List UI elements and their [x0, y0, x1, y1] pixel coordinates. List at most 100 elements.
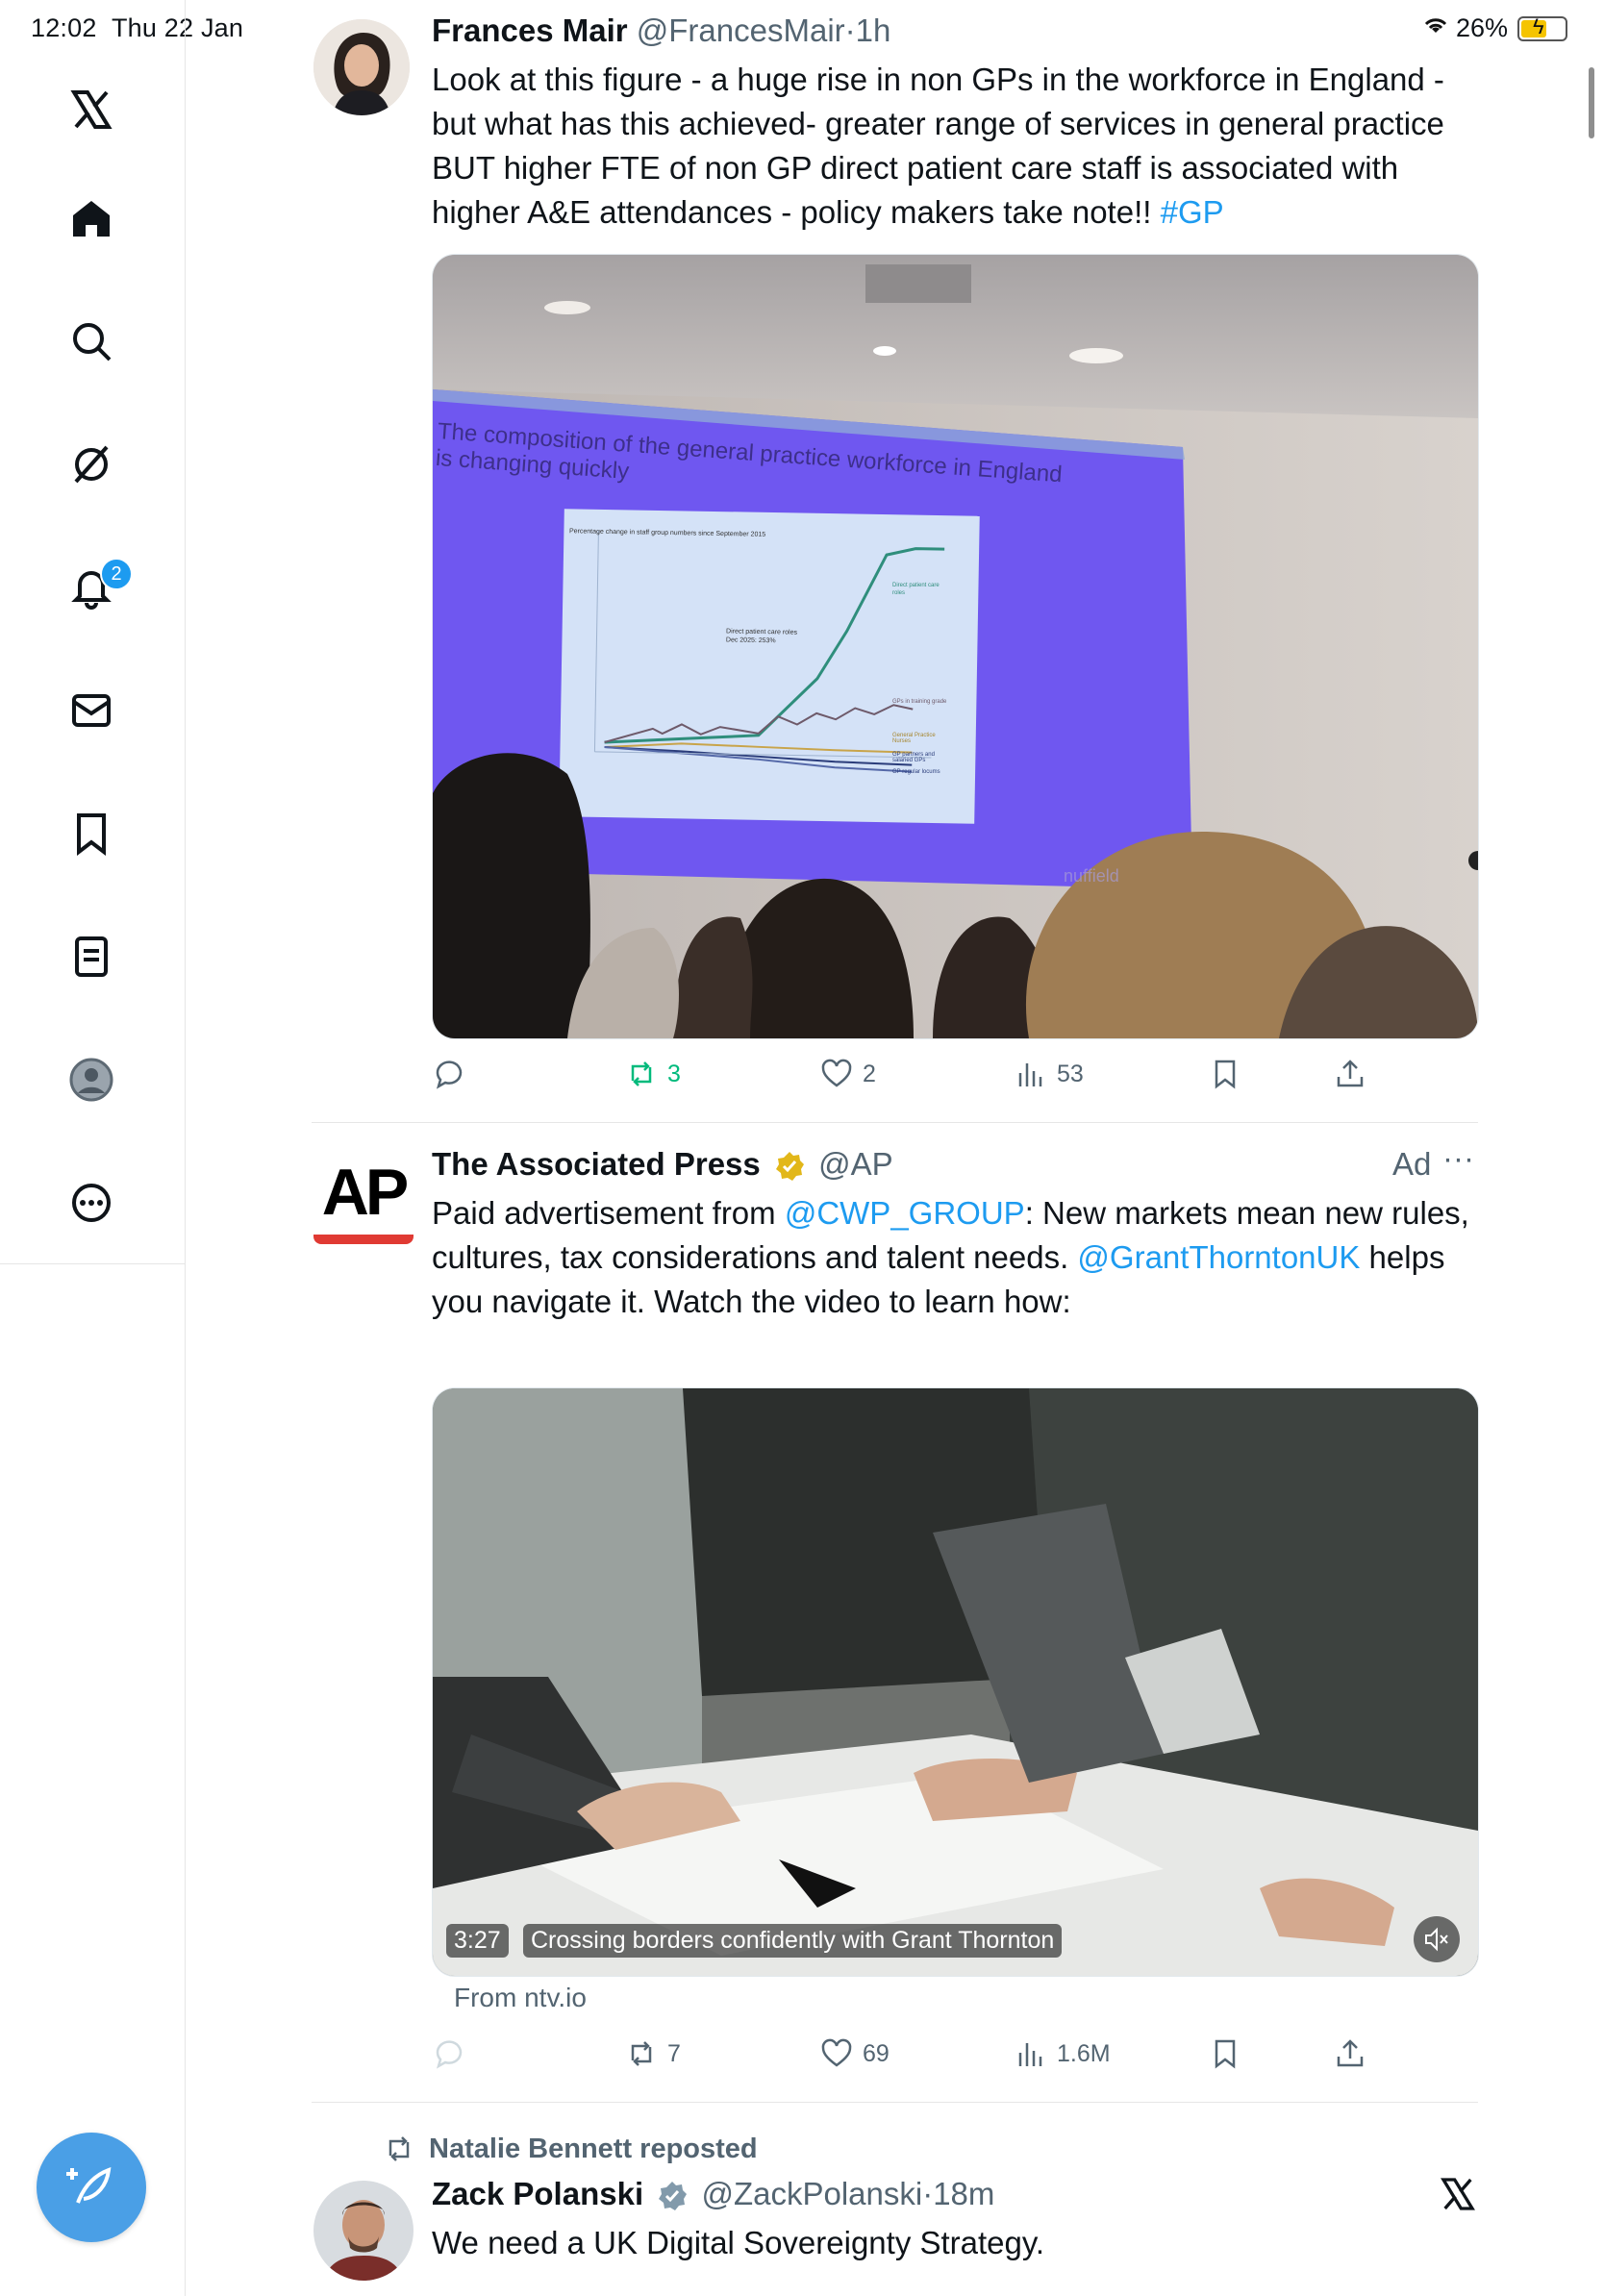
views-icon [1018, 2043, 1042, 2066]
view-count: 1.6M [1057, 2039, 1111, 2067]
more-options-button[interactable]: ··· [1442, 1139, 1474, 1178]
repost-count: 7 [667, 2039, 681, 2067]
repost-count: 3 [667, 1060, 681, 1087]
repost-button[interactable]: 3 [625, 1058, 681, 1090]
tweet-photo[interactable]: The composition of the general practice … [432, 254, 1479, 1039]
slide-series-label-0: Direct patient care roles [892, 583, 940, 596]
scrollbar[interactable] [1589, 67, 1594, 138]
reply-button[interactable] [433, 1058, 475, 1090]
x-brand-icon [1439, 2175, 1477, 2213]
views-button[interactable]: 1.6M [1015, 2037, 1111, 2070]
slide-series-label-2: General Practice Nurses [892, 733, 936, 744]
ap-logo-bar [313, 1235, 414, 1244]
avatar[interactable]: AP [313, 1154, 414, 1254]
author-handle[interactable]: @AP [818, 1146, 893, 1182]
x-logo-icon[interactable] [61, 79, 122, 140]
profile-icon[interactable] [61, 1049, 122, 1111]
tweet-body: Look at this figure - a huge rise in non… [432, 62, 1444, 230]
bookmark-button[interactable] [1209, 1058, 1241, 1090]
tweet-time[interactable]: 1h [856, 12, 891, 48]
grok-icon[interactable] [61, 434, 122, 495]
lists-icon[interactable] [61, 926, 122, 987]
status-indicators: 26% ϟ [1421, 13, 1567, 43]
views-button[interactable]: 53 [1015, 1058, 1084, 1090]
battery-percent: 26% [1455, 13, 1508, 42]
repost-by-label[interactable]: Natalie Bennett reposted [429, 2134, 758, 2165]
tweet-video[interactable]: 3:27 Crossing borders confidently with G… [432, 1387, 1479, 1977]
mention-link[interactable]: @CWP_GROUP [785, 1195, 1025, 1231]
repost-icon [631, 1061, 652, 1086]
bookmark-icon [1215, 1060, 1236, 1089]
like-count: 69 [863, 2039, 890, 2067]
ap-logo: AP [321, 1156, 409, 1229]
like-count: 2 [863, 1060, 876, 1087]
separator-dot: · [844, 12, 856, 48]
search-icon[interactable] [61, 311, 122, 372]
bookmark-icon [1215, 2039, 1236, 2069]
avatar[interactable] [313, 2181, 414, 2281]
repost-icon [388, 2136, 410, 2161]
like-button[interactable]: 69 [820, 2037, 890, 2070]
slide-watermark: nuffield [1064, 866, 1119, 886]
battery-icon: ϟ [1517, 14, 1567, 41]
tweet-header: Frances Mair @FrancesMair·1h [432, 12, 890, 50]
reply-button[interactable] [433, 2037, 475, 2070]
view-count: 53 [1057, 1060, 1084, 1087]
reply-icon [436, 2040, 463, 2069]
more-icon[interactable] [61, 1172, 122, 1234]
slide-callout-line1: Direct patient care roles [726, 628, 798, 636]
author-name[interactable]: Frances Mair [432, 12, 628, 48]
muted-speaker-icon [1425, 1927, 1448, 1952]
share-button[interactable] [1334, 2037, 1366, 2070]
slide-callout-line2: Dec 2025: 253% [725, 636, 776, 645]
author-handle[interactable]: @ZackPolanski [701, 2176, 922, 2211]
compose-button[interactable] [37, 2133, 146, 2242]
ad-source[interactable]: From ntv.io [454, 1983, 587, 2013]
share-icon [1337, 2039, 1364, 2067]
avatar[interactable] [313, 19, 410, 115]
tweet-header: The Associated Press @AP [432, 1145, 893, 1184]
author-handle[interactable]: @FrancesMair [637, 12, 845, 48]
heart-icon [821, 2038, 852, 2067]
repost-icon [631, 2041, 652, 2066]
tweet-header: Zack Polanski @ZackPolanski·18m [432, 2175, 994, 2213]
repost-indicator: Natalie Bennett reposted [383, 2133, 758, 2165]
mute-button[interactable] [1414, 1916, 1460, 1962]
video-duration: 3:27 [446, 1924, 509, 1958]
home-icon[interactable] [61, 188, 122, 250]
bookmarks-icon[interactable] [61, 803, 122, 864]
author-name[interactable]: The Associated Press [432, 1146, 761, 1182]
tweet-text: Look at this figure - a huge rise in non… [432, 58, 1490, 235]
tweet-body-prefix: Paid advertisement from [432, 1195, 785, 1231]
verified-gold-icon [773, 1150, 806, 1183]
mention-link[interactable]: @GrantThorntonUK [1077, 1239, 1360, 1275]
sidebar: 2 [0, 0, 186, 2296]
reply-icon [436, 1061, 463, 1089]
separator-dot: · [922, 2176, 934, 2211]
slide-series-label-1: GPs in training grade [892, 699, 947, 705]
repost-button[interactable]: 7 [625, 2037, 681, 2070]
tweet-divider [312, 2102, 1478, 2103]
tweet-divider [312, 1122, 1478, 1123]
wifi-icon [1421, 13, 1450, 43]
feather-plus-icon [64, 2159, 118, 2217]
slide-series-label-4: GP regular locums [892, 769, 940, 775]
heart-icon [821, 1059, 852, 1087]
slide-callout: Direct patient care roles Dec 2025: 253% [726, 627, 797, 645]
ad-label: Ad [1392, 1146, 1432, 1182]
share-icon [1337, 1060, 1364, 1087]
slide-series-label-3: GP partners and salaried GPs [892, 752, 935, 763]
tweet-text: Paid advertisement from @CWP_GROUP: New … [432, 1191, 1490, 1324]
tweet-time[interactable]: 18m [933, 2176, 994, 2211]
messages-icon[interactable] [61, 680, 122, 741]
verified-gray-icon [656, 2180, 689, 2212]
sidebar-divider [0, 1263, 185, 1264]
share-button[interactable] [1334, 1058, 1366, 1090]
bookmark-button[interactable] [1209, 2037, 1241, 2070]
views-icon [1018, 1063, 1042, 1086]
video-caption: Crossing borders confidently with Grant … [523, 1924, 1063, 1958]
hashtag-link[interactable]: #GP [1161, 194, 1224, 230]
author-name[interactable]: Zack Polanski [432, 2176, 643, 2211]
like-button[interactable]: 2 [820, 1058, 876, 1090]
notification-count-badge: 2 [100, 558, 133, 590]
